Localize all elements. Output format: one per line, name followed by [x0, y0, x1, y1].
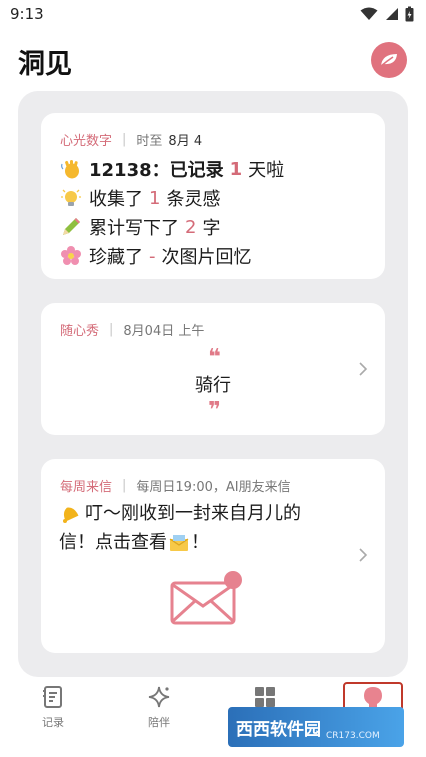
flower-icon [59, 244, 83, 268]
tab-companion[interactable]: 陪伴 [129, 684, 189, 730]
stat-days-prefix: 12138：已记录 [89, 160, 224, 181]
status-bar: 9:13 [0, 0, 426, 30]
stats-card-header: 心光数字 | 时至 8月 4 [60, 130, 202, 149]
lightbulb-icon [59, 186, 83, 210]
stat-ideas-suffix: 条灵感 [166, 189, 221, 210]
pencil-icon [59, 215, 83, 239]
mood-tag: 随心秀 [60, 324, 100, 339]
letter-tag: 每周来信 [60, 480, 113, 495]
letter-card-header: 每周来信 | 每周日19:00，AI朋友来信 [60, 476, 291, 495]
stat-days-value: 1 [229, 158, 243, 180]
mood-text: 骑行 [195, 375, 231, 396]
stat-photos-prefix: 珍藏了 [89, 247, 143, 268]
stats-meta-prefix: 时至 [136, 134, 163, 149]
wifi-icon [360, 7, 378, 20]
letter-line-1: 叮～刚收到一封来自月儿的 [85, 503, 301, 524]
chevron-right-icon[interactable] [355, 361, 371, 377]
status-icons [360, 6, 414, 22]
tab-record[interactable]: 记录 [23, 684, 83, 730]
stats-tag: 心光数字 [60, 134, 113, 149]
waving-hand-icon [59, 157, 83, 181]
stat-photos-value: - [149, 245, 156, 267]
stats-meta-date: 8月 4 [168, 134, 203, 149]
open-quote-icon: ❝ [208, 345, 221, 370]
signal-icon [386, 8, 398, 20]
stat-line-words: 累计写下了 2 字 [59, 214, 220, 240]
letter-message: 叮～刚收到一封来自月儿的 信！点击查看 ！ [59, 499, 339, 557]
stat-ideas-prefix: 收集了 [89, 189, 143, 210]
watermark-sub: CR173.COM [326, 731, 380, 741]
bell-icon [63, 507, 79, 523]
stat-line-ideas: 收集了 1 条灵感 [59, 185, 220, 211]
divider: | [109, 322, 114, 337]
stat-words-suffix: 字 [202, 218, 221, 239]
stat-line-photos: 珍藏了 - 次图片回忆 [59, 243, 252, 269]
battery-icon [405, 6, 414, 22]
leaf-icon [380, 54, 397, 67]
stat-line-days: 12138：已记录 1 天啦 [59, 156, 284, 182]
close-quote-icon: ❞ [208, 398, 221, 423]
envelope-small-icon [169, 534, 189, 551]
leaf-button[interactable] [371, 42, 407, 78]
watermark-logo: 西西软件园 CR173.COM [228, 707, 404, 747]
stat-words-value: 2 [185, 216, 197, 238]
letter-line-2: 信！点击查看 [59, 532, 167, 553]
stat-days-suffix: 天啦 [248, 160, 285, 181]
letter-meta: 每周日19:00，AI朋友来信 [136, 480, 291, 495]
watermark-main: 西西软件园 [236, 719, 321, 740]
stat-ideas-value: 1 [149, 187, 161, 209]
letter-card[interactable]: 每周来信 | 每周日19:00，AI朋友来信 叮～刚收到一封来自月儿的 信！点击… [41, 459, 385, 653]
stats-card[interactable]: 心光数字 | 时至 8月 4 12138：已记录 1 天啦 收集了 1 条灵感 [41, 113, 385, 279]
sparkle-icon [148, 686, 170, 708]
stat-words-prefix: 累计写下了 [89, 218, 179, 239]
stat-photos-suffix: 次图片回忆 [161, 247, 252, 268]
mood-meta: 8月04日 上午 [123, 324, 205, 339]
divider: | [122, 478, 127, 493]
tab-record-label: 记录 [42, 716, 64, 729]
envelope-icon [170, 571, 242, 625]
mood-card-header: 随心秀 | 8月04日 上午 [60, 320, 204, 339]
tab-companion-label: 陪伴 [148, 716, 170, 729]
status-time: 9:13 [10, 5, 44, 23]
letter-line-2-end: ！ [191, 532, 209, 553]
divider: | [122, 132, 127, 147]
page-title: 洞见 [18, 49, 72, 80]
notebook-icon [43, 686, 62, 708]
mood-card[interactable]: 随心秀 | 8月04日 上午 ❝ 骑行 ❞ [41, 303, 385, 435]
insight-panel: 心光数字 | 时至 8月 4 12138：已记录 1 天啦 收集了 1 条灵感 [18, 91, 408, 677]
chevron-right-icon[interactable] [355, 547, 371, 563]
